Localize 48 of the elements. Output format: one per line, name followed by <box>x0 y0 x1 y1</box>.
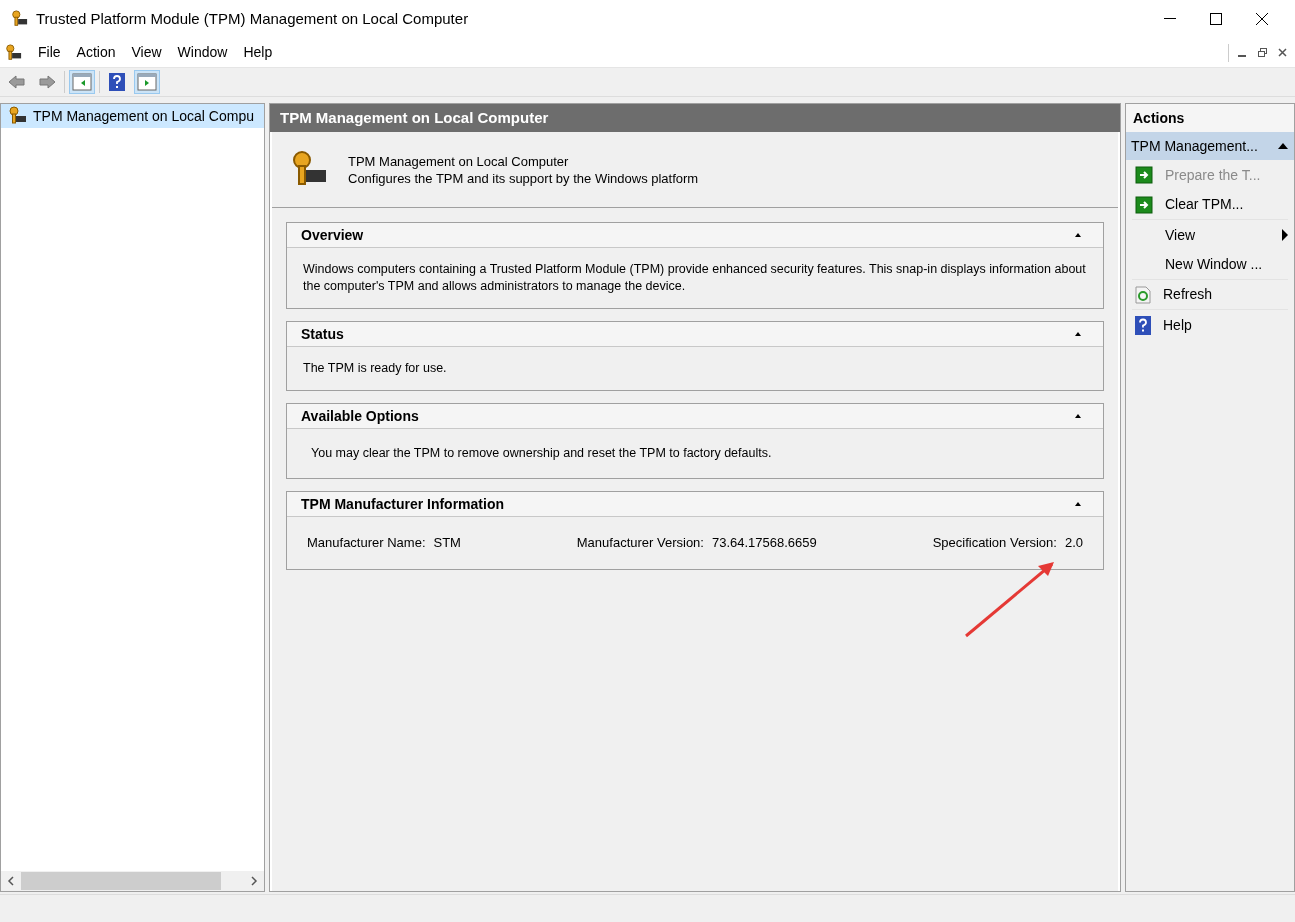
collapse-caret-icon[interactable] <box>1073 500 1083 508</box>
menu-item[interactable]: View <box>123 42 170 63</box>
menu-item[interactable]: Help <box>235 42 281 63</box>
close-icon <box>1277 48 1287 57</box>
section-text: The TPM is ready for use. <box>303 361 447 375</box>
action-group-header[interactable]: TPM Management... <box>1126 132 1294 160</box>
tpm-key-icon <box>7 106 27 126</box>
task-link[interactable]: Refresh <box>1132 280 1288 310</box>
section-text: Windows computers containing a Trusted Platform Module (TPM) provide enhanced security features. This snap-in displays information about the computer's TPM and allows administrators to manage the device. <box>303 262 1086 293</box>
maximize-icon <box>1210 13 1222 25</box>
collapse-caret-icon[interactable] <box>1073 330 1083 338</box>
intro-title: TPM Management on Local Computer <box>348 152 570 170</box>
minimize-icon <box>1164 18 1176 20</box>
restore-icon <box>1257 48 1267 57</box>
task-link[interactable]: Help <box>1132 310 1288 340</box>
tree-item[interactable]: TPM Management on Local Compu <box>1 104 264 128</box>
section-text: You may clear the TPM to remove ownership and reset the TPM to factory defaults. <box>311 446 772 460</box>
menu-item[interactable]: Window <box>169 42 236 63</box>
field-label: Specification Version: <box>932 534 1057 552</box>
section-title: Available Options <box>301 406 419 426</box>
field-value: STM <box>433 534 461 552</box>
close-icon <box>1256 13 1268 25</box>
pane-toggle-icon[interactable] <box>134 70 160 94</box>
pane-header: TPM Management on Local Computer <box>270 104 1120 132</box>
section-title: Overview <box>301 225 364 245</box>
task-link[interactable]: Clear TPM... <box>1132 190 1288 220</box>
pane-toggle-icon[interactable] <box>69 70 95 94</box>
window-title: Trusted Platform Module (TPM) Management on Local Computer <box>36 8 469 29</box>
refresh-icon <box>1135 285 1151 304</box>
submenu-arrow-icon <box>1282 229 1288 241</box>
minimize-icon <box>1238 54 1246 57</box>
collapse-caret-icon[interactable] <box>1073 231 1083 239</box>
actions-header: Actions <box>1126 104 1294 132</box>
field-label: Manufacturer Name: <box>307 534 426 552</box>
horizontal-scrollbar[interactable] <box>1 871 264 891</box>
section-title: Status <box>301 324 344 344</box>
task-link[interactable]: New Window ... <box>1132 250 1288 280</box>
section-title: TPM Manufacturer Information <box>301 494 504 514</box>
menu-item[interactable]: Action <box>68 42 124 63</box>
intro-subtitle: Configures the TPM and its support by the Windows platform <box>348 169 699 187</box>
collapse-caret-icon[interactable] <box>1073 412 1083 420</box>
help-icon <box>1135 315 1151 335</box>
field-label: Manufacturer Version: <box>576 534 704 552</box>
task-link[interactable]: View <box>1132 220 1288 250</box>
menu-item[interactable]: File <box>30 42 69 63</box>
field-value: 2.0 <box>1064 534 1083 552</box>
caret-icon <box>1277 142 1289 150</box>
field-value: 73.64.17568.6659 <box>711 534 817 552</box>
